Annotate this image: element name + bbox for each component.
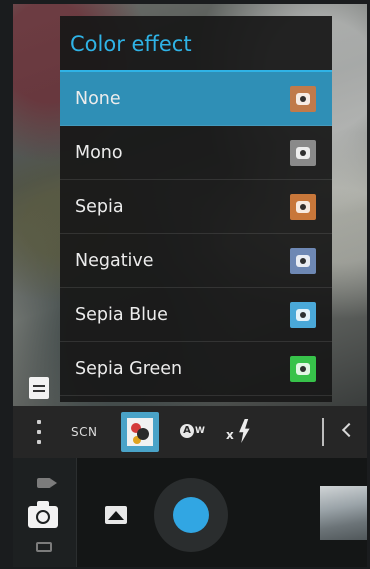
camera-controls (13, 458, 367, 567)
scene-mode-button[interactable]: SCN (71, 406, 97, 458)
option-label: Sepia Blue (75, 305, 168, 325)
effect-preview-icon (290, 194, 316, 220)
menu-title: Color effect (60, 16, 332, 72)
gallery-icon[interactable] (105, 506, 127, 524)
color-effect-menu: Color effect None Mono Sepia Negative Sepia … (60, 16, 332, 402)
option-label: Sepia Green (75, 359, 183, 379)
effect-preview-icon (290, 248, 316, 274)
shutter-button[interactable] (173, 497, 209, 533)
camera-app: Color effect None Mono Sepia Negative Sepia … (13, 4, 367, 567)
option-label: Negative (75, 251, 154, 271)
effect-preview-icon (290, 302, 316, 328)
panorama-icon[interactable] (36, 542, 52, 552)
camera-icon[interactable] (28, 501, 58, 528)
collapse-icon[interactable] (341, 422, 357, 438)
color-effect-option[interactable]: Sepia Blue (60, 288, 332, 342)
effect-preview-icon (290, 86, 316, 112)
color-effect-option[interactable]: Negative (60, 234, 332, 288)
color-effect-option[interactable]: Mono (60, 126, 332, 180)
color-effect-option[interactable]: Sepia Green (60, 342, 332, 396)
option-label: Mono (75, 143, 123, 163)
option-label: Sepia (75, 197, 124, 217)
video-icon[interactable] (37, 478, 57, 488)
flash-off-icon[interactable]: x (226, 419, 254, 445)
document-icon (29, 377, 49, 399)
settings-strip: SCN AW x (13, 406, 367, 458)
color-effect-option[interactable]: None (60, 72, 332, 126)
divider (322, 418, 324, 446)
color-effect-icon[interactable] (121, 412, 159, 452)
more-icon[interactable] (37, 420, 41, 446)
last-photo-thumbnail[interactable] (320, 486, 367, 540)
color-effect-option[interactable]: Sepia (60, 180, 332, 234)
option-label: None (75, 89, 121, 109)
shutter-ring (154, 478, 228, 552)
effect-preview-icon (290, 140, 316, 166)
effect-preview-icon (290, 356, 316, 382)
mode-selector (13, 458, 77, 567)
white-balance-icon[interactable]: AW (180, 422, 205, 442)
